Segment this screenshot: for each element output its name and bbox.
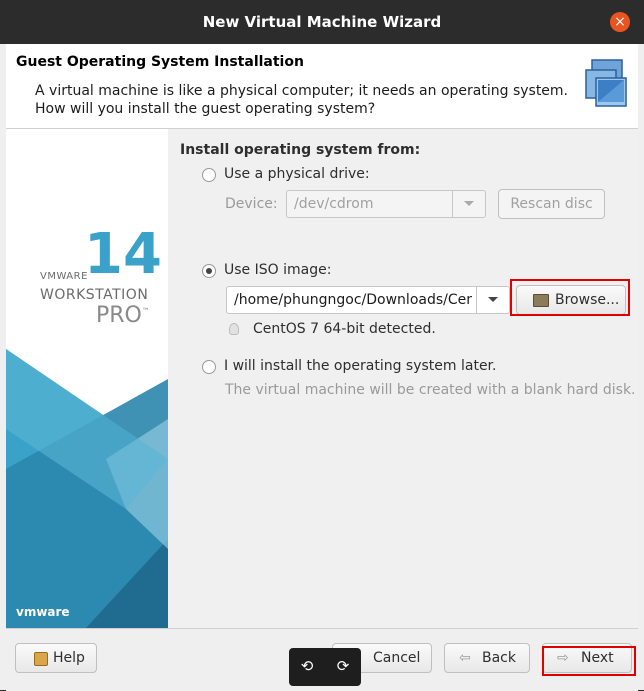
brand-artwork	[6, 129, 168, 628]
device-label: Device:	[225, 196, 278, 212]
rotate-left-icon[interactable]: ⟲	[298, 657, 316, 675]
back-arrow-icon: ⇦	[459, 650, 471, 666]
install-options-panel: Install operating system from: Use a phy…	[168, 129, 638, 628]
install-section-title: Install operating system from:	[180, 142, 421, 158]
device-combo[interactable]: /dev/cdrom	[286, 190, 486, 218]
install-later-note: The virtual machine will be created with…	[225, 382, 636, 398]
description-line-1: A virtual machine is like a physical com…	[35, 83, 569, 99]
window-title: New Virtual Machine Wizard	[202, 13, 442, 31]
description-line-2: How will you install the guest operating…	[35, 101, 376, 117]
install-later-radio[interactable]	[202, 360, 216, 374]
back-label: Back	[482, 650, 516, 666]
iso-detected-text: CentOS 7 64-bit detected.	[253, 321, 436, 337]
wizard-window: New Virtual Machine Wizard × Guest Opera…	[0, 0, 644, 691]
page-description: A virtual machine is like a physical com…	[35, 82, 568, 118]
device-value: /dev/cdrom	[294, 196, 374, 212]
install-later-label[interactable]: I will install the operating system late…	[224, 358, 496, 374]
iso-image-radio[interactable]	[202, 264, 216, 278]
browse-highlight	[510, 279, 630, 316]
title-bar[interactable]: New Virtual Machine Wizard ×	[0, 0, 644, 44]
rescan-disc-button[interactable]: Rescan disc	[498, 189, 605, 219]
brand-tm: ™	[141, 306, 150, 316]
back-button[interactable]: ⇦ Back	[444, 643, 530, 673]
lightbulb-icon	[229, 323, 239, 335]
iso-image-label[interactable]: Use ISO image:	[224, 262, 331, 278]
wizard-header: Guest Operating System Installation A vi…	[6, 44, 638, 129]
brand-version: 14	[84, 222, 162, 287]
chevron-down-icon[interactable]	[476, 287, 509, 313]
branding-panel: VMWARE 14 WORKSTATION PRO™ vmware	[6, 129, 168, 628]
next-highlight	[542, 646, 636, 676]
help-label: Help	[53, 650, 85, 666]
virtual-machines-icon	[585, 59, 627, 107]
chevron-down-icon	[452, 191, 485, 217]
vmware-footer-logo: vmware	[16, 605, 70, 619]
physical-drive-label[interactable]: Use a physical drive:	[224, 166, 370, 182]
brand-product: WORKSTATION	[40, 287, 149, 303]
help-button[interactable]: Help	[15, 643, 97, 673]
iso-path-combo[interactable]: /home/phungngoc/Downloads/Cen	[226, 286, 510, 314]
rotate-right-icon[interactable]: ⟳	[334, 657, 352, 675]
brand-edition-text: PRO	[96, 303, 142, 328]
close-button[interactable]: ×	[610, 12, 630, 32]
cancel-label: Cancel	[373, 650, 421, 666]
floating-control-bar: ⟲ ⟳	[289, 648, 361, 686]
brand-vmware-small: VMWARE	[40, 271, 88, 282]
physical-drive-radio[interactable]	[202, 168, 216, 182]
help-icon	[34, 652, 48, 666]
iso-path-value[interactable]: /home/phungngoc/Downloads/Cen	[234, 292, 472, 308]
page-title: Guest Operating System Installation	[16, 54, 304, 70]
brand-edition: PRO™	[96, 303, 150, 328]
